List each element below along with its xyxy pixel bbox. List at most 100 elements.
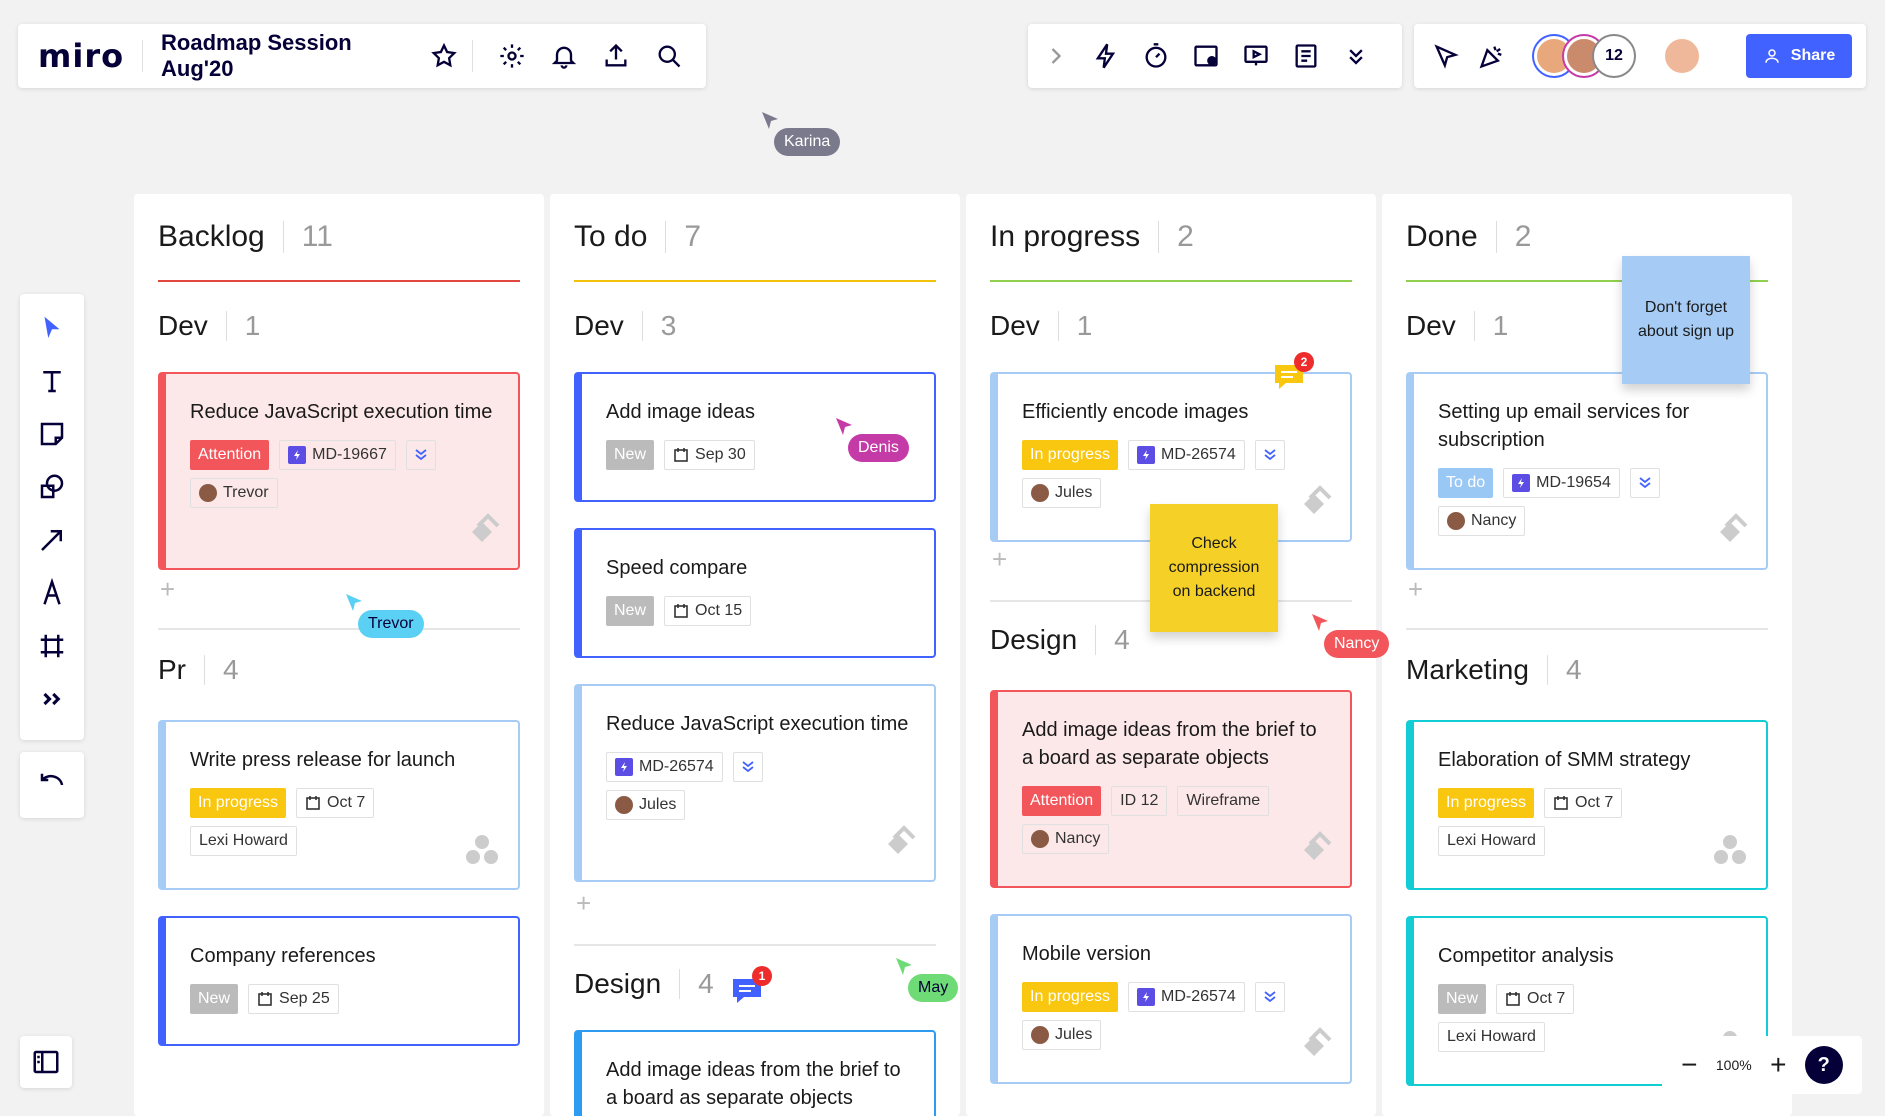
column-header[interactable]: To do 7 [574,220,701,254]
kanban-card[interactable]: Speed compare New Oct 15 [574,528,936,658]
assignee-tag[interactable]: Jules [1022,1020,1102,1050]
priority-icon[interactable] [1254,982,1285,1012]
celebrate-icon[interactable] [1474,38,1510,74]
search-icon[interactable] [652,38,686,74]
status-badge[interactable]: In progress [1022,440,1119,470]
group-header[interactable]: Dev 1 [158,310,260,342]
text-tag[interactable]: Lexi Howard [1438,826,1545,856]
pen-icon[interactable] [32,573,72,613]
text-tag[interactable]: ID 12 [1111,786,1168,816]
column-in-progress[interactable]: In progress 2 Dev 1 Efficiently encode im… [966,194,1376,1116]
group-header[interactable]: Marketing 4 [1406,654,1582,686]
zoom-in-button[interactable]: + [1770,1049,1786,1081]
assignee-tag[interactable]: Nancy [1022,824,1110,854]
add-card-button[interactable]: + [1408,574,1423,605]
collaborator-count[interactable]: 12 [1594,36,1634,76]
column-header[interactable]: Backlog 11 [158,220,333,254]
kanban-card[interactable]: Company references New Sep 25 [158,916,520,1046]
bell-icon[interactable] [547,38,581,74]
status-badge[interactable]: In progress [190,788,287,818]
date-tag[interactable]: Oct 7 [296,788,375,818]
kanban-card[interactable]: Write press release for launch In progres… [158,720,520,890]
priority-icon[interactable] [405,440,436,470]
assignee-tag[interactable]: Jules [1022,478,1102,508]
kanban-card[interactable]: Mobile version In progress MD-26574 Jules [990,914,1352,1084]
jira-tag[interactable]: MD-26574 [606,752,723,782]
add-card-button[interactable]: + [160,574,175,605]
status-badge[interactable]: New [1438,984,1487,1014]
kanban-card[interactable]: Reduce JavaScript execution time Attentio… [158,372,520,570]
status-badge[interactable]: In progress [1438,788,1535,818]
status-badge[interactable]: In progress [1022,982,1119,1012]
more-tools-icon[interactable] [32,679,72,719]
assignee-tag[interactable]: Nancy [1438,506,1526,536]
shapes-icon[interactable] [32,467,72,507]
comment-icon[interactable]: 1 [730,966,772,1006]
group-header[interactable]: Pr 4 [158,654,239,686]
miro-logo[interactable]: miro [38,37,124,75]
undo-icon[interactable] [32,765,72,805]
status-badge[interactable]: New [606,596,655,626]
zoom-out-button[interactable]: − [1681,1049,1697,1081]
add-card-button[interactable]: + [992,544,1007,575]
column-backlog[interactable]: Backlog 11 Dev 1 Reduce JavaScript execut… [134,194,544,1116]
group-header[interactable]: Dev 1 [1406,310,1508,342]
kanban-card[interactable]: Add image ideas from the brief to a boar… [574,1030,936,1116]
gear-icon[interactable] [495,38,529,74]
frames-panel-icon[interactable] [20,1036,72,1088]
date-tag[interactable]: Oct 7 [1544,788,1623,818]
text-icon[interactable] [32,361,72,401]
presentation-icon[interactable] [1238,38,1274,74]
priority-icon[interactable] [1629,468,1660,498]
kanban-card[interactable]: Reduce JavaScript execution time MD-26574… [574,684,936,882]
group-header[interactable]: Dev 1 [990,310,1092,342]
group-header[interactable]: Dev 3 [574,310,676,342]
chevron-right-icon[interactable] [1038,38,1074,74]
notes-icon[interactable] [1288,38,1324,74]
board-canvas[interactable]: miro Roadmap Session Aug'20 12 Share Bac… [0,0,1885,1116]
star-icon[interactable] [427,38,461,74]
assignee-tag[interactable]: Jules [606,790,686,820]
jira-tag[interactable]: MD-26574 [1128,440,1245,470]
text-tag[interactable]: Lexi Howard [1438,1022,1545,1052]
status-badge[interactable]: Attention [190,440,270,470]
zoom-level[interactable]: 100% [1716,1057,1752,1073]
lightning-icon[interactable] [1088,38,1124,74]
jira-tag[interactable]: MD-19654 [1503,468,1620,498]
my-avatar[interactable] [1662,36,1702,76]
select-icon[interactable] [32,308,72,348]
status-badge[interactable]: Attention [1022,786,1102,816]
group-header[interactable]: Design 4 [574,968,714,1000]
chevrons-down-icon[interactable] [1338,38,1374,74]
date-tag[interactable]: Oct 7 [1496,984,1575,1014]
sticky-note[interactable]: Check compression on backend [1150,504,1278,632]
board-title[interactable]: Roadmap Session Aug'20 [161,30,417,82]
timer-icon[interactable] [1138,38,1174,74]
priority-icon[interactable] [732,752,763,782]
column-header[interactable]: In progress 2 [990,220,1194,254]
date-tag[interactable]: Sep 30 [664,440,755,470]
status-badge[interactable]: New [606,440,655,470]
group-header[interactable]: Design 4 [990,624,1130,656]
column-header[interactable]: Done 2 [1406,220,1531,254]
assignee-tag[interactable]: Trevor [190,478,278,508]
collaborator-avatars[interactable]: 12 [1534,36,1634,76]
upload-icon[interactable] [599,38,633,74]
screen-share-icon[interactable] [1188,38,1224,74]
sticky-note[interactable]: Don't forget about sign up [1622,256,1750,384]
kanban-card[interactable]: Elaboration of SMM strategy In progress Oc… [1406,720,1768,890]
jira-tag[interactable]: MD-19667 [279,440,396,470]
cursor-select-icon[interactable] [1428,38,1464,74]
help-button[interactable]: ? [1804,1046,1843,1084]
kanban-card[interactable]: Setting up email services for subscripti… [1406,372,1768,570]
jira-tag[interactable]: MD-26574 [1128,982,1245,1012]
add-card-button[interactable]: + [576,888,591,919]
share-button[interactable]: Share [1746,34,1852,78]
priority-icon[interactable] [1254,440,1285,470]
date-tag[interactable]: Sep 25 [248,984,339,1014]
text-tag[interactable]: Lexi Howard [190,826,297,856]
comment-icon[interactable]: 2 [1272,352,1314,392]
sticky-note-icon[interactable] [32,414,72,454]
status-badge[interactable]: To do [1438,468,1494,498]
arrow-icon[interactable] [32,520,72,560]
